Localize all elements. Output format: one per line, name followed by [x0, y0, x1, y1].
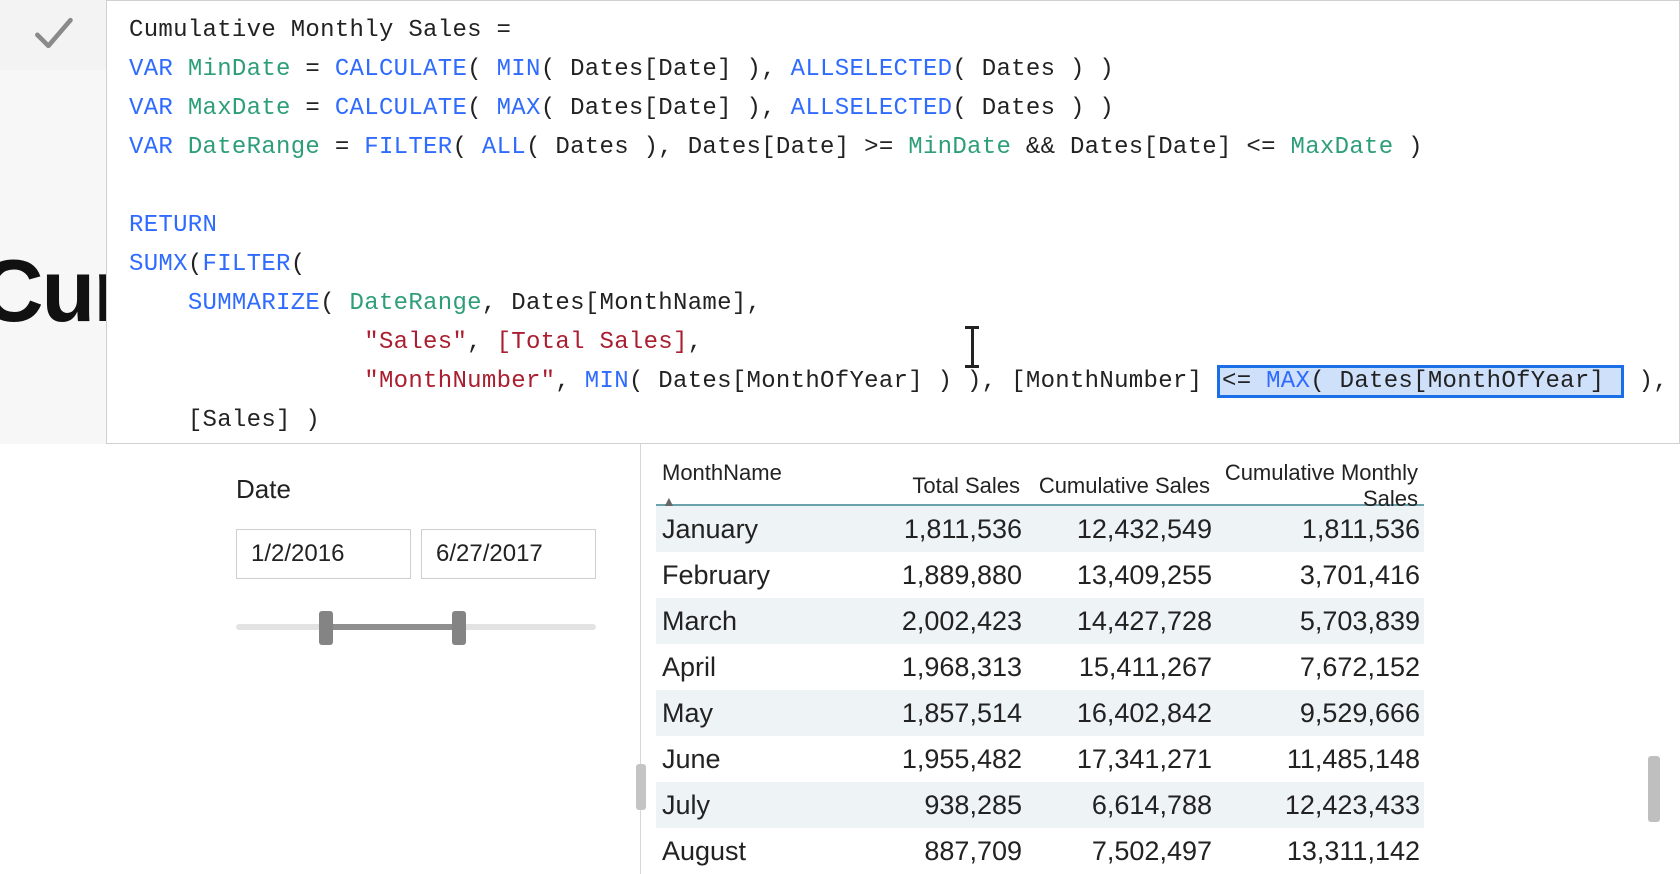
cell-total: 1,811,536 [846, 514, 1026, 545]
cell-month: January [656, 514, 846, 545]
cell-total: 1,955,482 [846, 744, 1026, 775]
cell-cum: 17,341,271 [1026, 744, 1216, 775]
cell-cms: 1,811,536 [1216, 514, 1424, 545]
cell-cum: 7,502,497 [1026, 836, 1216, 867]
cell-month: July [656, 790, 846, 821]
cell-cms: 5,703,839 [1216, 606, 1424, 637]
table-header: MonthName ▲ Total Sales Cumulative Sales… [656, 458, 1424, 506]
cell-cum: 6,614,788 [1026, 790, 1216, 821]
formula-selection[interactable]: <= MAX( Dates[MonthOfYear] [1217, 365, 1624, 398]
cell-cms: 3,701,416 [1216, 560, 1424, 591]
page-title: Cum [0, 240, 106, 342]
date-end-input[interactable]: 6/27/2017 [421, 529, 596, 579]
cell-cum: 14,427,728 [1026, 606, 1216, 637]
cell-cum: 16,402,842 [1026, 698, 1216, 729]
table-row[interactable]: June1,955,48217,341,27111,485,148 [656, 736, 1424, 782]
scrollbar-thumb[interactable] [1648, 756, 1660, 822]
cell-cum: 15,411,267 [1026, 652, 1216, 683]
slicer-label: Date [236, 474, 596, 505]
table-row[interactable]: May1,857,51416,402,8429,529,666 [656, 690, 1424, 736]
table-row[interactable]: July938,2856,614,78812,423,433 [656, 782, 1424, 828]
cell-month: April [656, 652, 846, 683]
table-row[interactable]: April1,968,31315,411,2677,672,152 [656, 644, 1424, 690]
table-row[interactable]: March2,002,42314,427,7285,703,839 [656, 598, 1424, 644]
cell-total: 1,857,514 [846, 698, 1026, 729]
date-slicer: Date 1/2/2016 6/27/2017 [236, 474, 596, 647]
col-totalsales[interactable]: Total Sales [846, 471, 1026, 501]
table-row[interactable]: January1,811,53612,432,5491,811,536 [656, 506, 1424, 552]
cell-month: May [656, 698, 846, 729]
cell-total: 2,002,423 [846, 606, 1026, 637]
col-monthname[interactable]: MonthName ▲ [656, 458, 846, 514]
scrollbar-thumb[interactable] [636, 764, 646, 810]
cell-cms: 13,311,142 [1216, 836, 1424, 867]
checkmark-icon [30, 10, 76, 61]
cell-cms: 12,423,433 [1216, 790, 1424, 821]
cell-cum: 13,409,255 [1026, 560, 1216, 591]
sales-table: MonthName ▲ Total Sales Cumulative Sales… [656, 458, 1424, 874]
table-row[interactable]: August887,7097,502,49713,311,142 [656, 828, 1424, 874]
commit-formula-button[interactable] [0, 0, 107, 71]
date-range-slider[interactable] [236, 607, 596, 647]
table-row[interactable]: February1,889,88013,409,2553,701,416 [656, 552, 1424, 598]
cell-cum: 12,432,549 [1026, 514, 1216, 545]
col-cms[interactable]: Cumulative Monthly Sales [1216, 458, 1424, 514]
slider-thumb-left[interactable] [319, 611, 333, 645]
dax-formula-editor[interactable]: Cumulative Monthly Sales = VAR MinDate =… [106, 0, 1680, 444]
col-cumulative[interactable]: Cumulative Sales [1026, 471, 1216, 501]
slider-thumb-right[interactable] [452, 611, 466, 645]
date-start-input[interactable]: 1/2/2016 [236, 529, 411, 579]
cell-cms: 11,485,148 [1216, 744, 1424, 775]
cell-month: February [656, 560, 846, 591]
cell-month: June [656, 744, 846, 775]
cell-total: 1,889,880 [846, 560, 1026, 591]
cell-month: August [656, 836, 846, 867]
slider-fill [326, 624, 459, 630]
cell-cms: 7,672,152 [1216, 652, 1424, 683]
cell-cms: 9,529,666 [1216, 698, 1424, 729]
sort-asc-icon: ▲ [662, 493, 676, 509]
cell-total: 1,968,313 [846, 652, 1026, 683]
cell-total: 887,709 [846, 836, 1026, 867]
cell-month: March [656, 606, 846, 637]
cell-total: 938,285 [846, 790, 1026, 821]
dax-formula-text[interactable]: Cumulative Monthly Sales = VAR MinDate =… [129, 11, 1661, 440]
table-body: January1,811,53612,432,5491,811,536Febru… [656, 506, 1424, 874]
